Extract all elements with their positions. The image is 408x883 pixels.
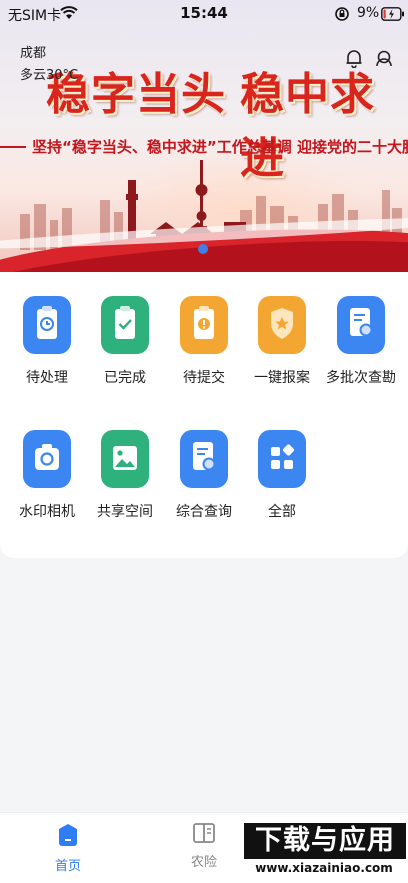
carousel-indicator[interactable]: [198, 244, 210, 256]
search-document-icon: [180, 430, 228, 488]
orientation-lock-icon: [334, 6, 350, 26]
grid-item-comprehensive-query[interactable]: 综合查询: [165, 430, 243, 521]
location-city[interactable]: 成都: [20, 42, 46, 61]
site-watermark: 下载与应用 www.xiazainiao.com: [242, 823, 406, 879]
grid-item-label: 多批次查勘: [326, 370, 396, 386]
tab-agri-insurance[interactable]: 农险: [169, 823, 239, 870]
grid-item-multi-survey[interactable]: 多批次查勘: [322, 296, 400, 387]
grid-item-quick-report[interactable]: 一键报案: [243, 296, 321, 387]
grid-item-label: 水印相机: [19, 504, 75, 520]
status-bar: 无SIM卡 15:44 9%: [0, 0, 408, 28]
apps-grid-icon: [258, 430, 306, 488]
grid-item-label: 综合查询: [176, 504, 232, 520]
grid-item-pending[interactable]: 待处理: [8, 296, 86, 387]
weather-text: 多云30°C: [20, 68, 79, 83]
camera-icon: [23, 430, 71, 488]
clock-clipboard-icon: [23, 296, 71, 354]
banner-subline-text: 坚持“稳字当头、稳中求进”工作总基调 迎接党的二十大胜利召: [32, 138, 408, 156]
battery-percent: 9%: [357, 5, 380, 21]
search-document-icon: [337, 296, 385, 354]
alert-clipboard-icon: [180, 296, 228, 354]
grid-item-label: 待处理: [26, 370, 68, 386]
grid-item-label: 待提交: [183, 370, 225, 386]
grid-item-all[interactable]: 全部: [243, 430, 321, 521]
grid-item-to-submit[interactable]: 待提交: [165, 296, 243, 387]
image-icon: [101, 430, 149, 488]
watermark-title: 下载与应用: [244, 823, 406, 859]
hero-banner[interactable]: 稳字当头 稳中求进 坚持“稳字当头、稳中求进”工作总基调 迎接党的二十大胜利召: [0, 0, 408, 272]
home-icon: [59, 824, 77, 846]
banner-subline: 坚持“稳字当头、稳中求进”工作总基调 迎接党的二十大胜利召: [0, 136, 408, 158]
watermark-url: www.xiazainiao.com: [242, 861, 406, 875]
banner-slogan-right: 稳中求进: [240, 69, 375, 184]
grid-item-shared-space[interactable]: 共享空间: [86, 430, 164, 521]
function-grid: 待处理 已完成 待提交 一键报案 多批次查勘 水印相机 共享空间 综合查询 全部: [0, 272, 408, 558]
grid-item-label: 一键报案: [254, 370, 310, 386]
star-shield-icon: [258, 296, 306, 354]
grid-item-watermark-camera[interactable]: 水印相机: [8, 430, 86, 521]
carousel-dot-active[interactable]: [198, 244, 208, 254]
bell-icon[interactable]: [344, 48, 364, 72]
message-icon[interactable]: [374, 50, 394, 72]
grid-item-label: 已完成: [104, 370, 146, 386]
tab-label: 农险: [190, 855, 217, 870]
battery-charging-icon: [381, 6, 405, 25]
book-icon: [193, 823, 215, 843]
tab-home[interactable]: 首页: [33, 823, 103, 874]
grid-item-completed[interactable]: 已完成: [86, 296, 164, 387]
grid-item-label: 共享空间: [97, 504, 153, 520]
grid-item-label: 全部: [268, 504, 296, 520]
tab-label: 首页: [54, 859, 81, 874]
check-clipboard-icon: [101, 296, 149, 354]
subline-dash: [0, 146, 26, 148]
